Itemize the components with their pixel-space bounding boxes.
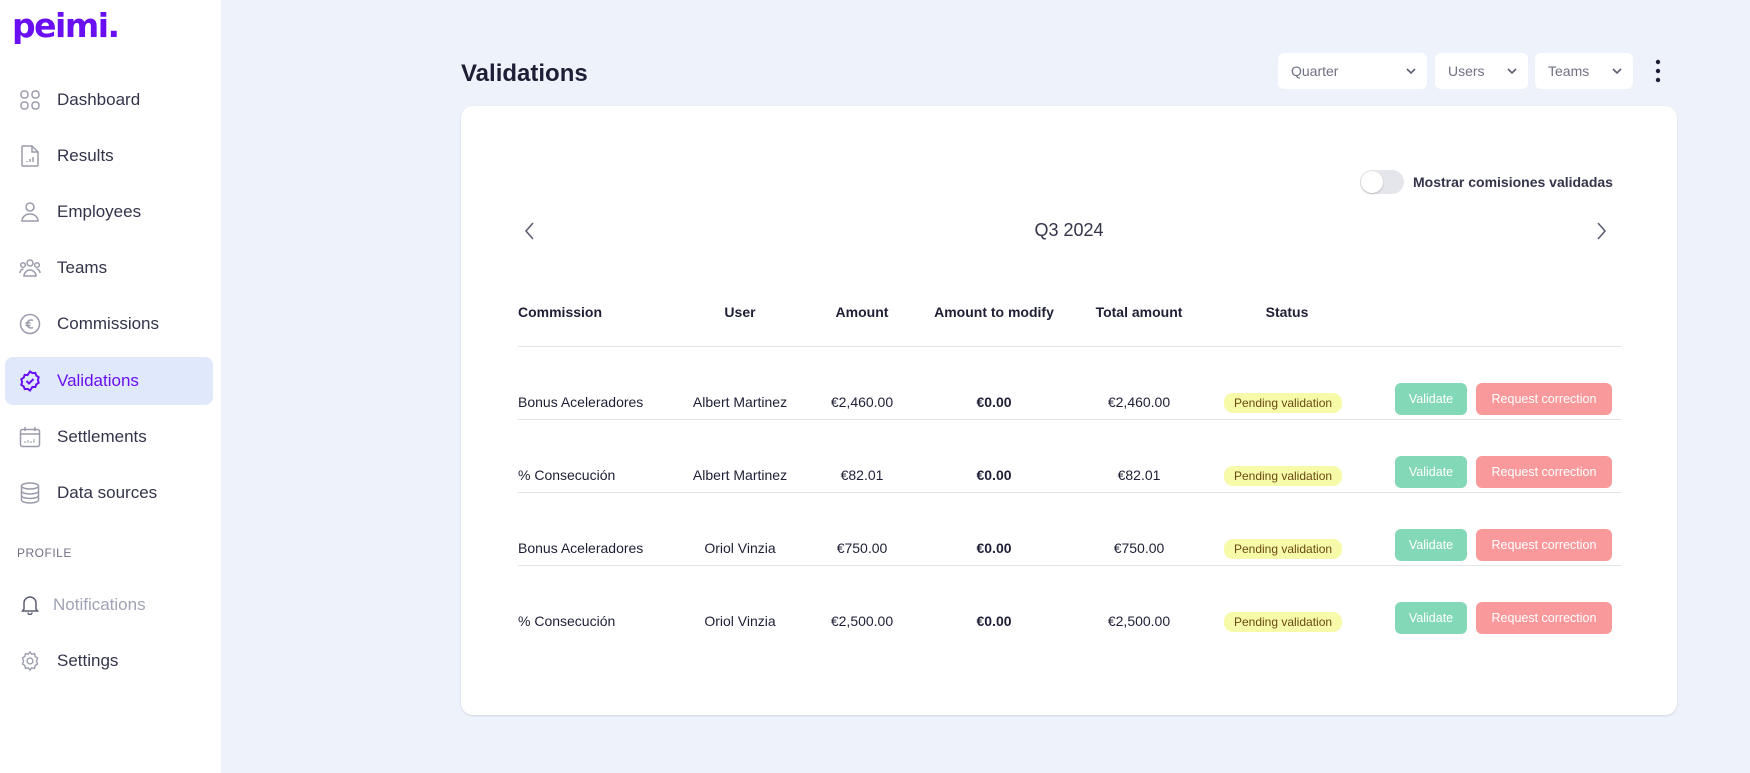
teams-filter-dropdown[interactable]: Teams [1535, 53, 1633, 89]
column-header-amount-to-modify: Amount to modify [934, 304, 1054, 320]
column-header-status: Status [1265, 304, 1309, 320]
badge-check-icon [19, 370, 41, 392]
more-options-button[interactable] [1650, 58, 1666, 84]
column-header-user: User [724, 304, 756, 320]
amount-cell: €750.00 [836, 540, 888, 556]
column-header-commission: Commission [518, 304, 603, 320]
chevron-down-icon [1611, 64, 1623, 80]
user-cell: Oriol Vinzia [704, 613, 776, 629]
commission-cell: % Consecución [518, 467, 616, 483]
sidebar-item-settlements[interactable]: Settlements [5, 413, 213, 461]
filter-label: Teams [1548, 63, 1590, 79]
validate-button[interactable]: Validate [1395, 456, 1467, 488]
logo[interactable]: peimi. [12, 6, 120, 45]
validate-button[interactable]: Validate [1395, 383, 1467, 415]
euro-icon [19, 313, 41, 335]
column-header-amount: Amount [835, 304, 889, 320]
chevron-down-icon [1405, 64, 1417, 80]
bell-icon [19, 594, 41, 616]
sidebar-item-data-sources[interactable]: Data sources [5, 469, 213, 517]
chevron-left-icon [524, 222, 534, 240]
show-validated-toggle[interactable]: Mostrar comisiones validadas [1360, 170, 1613, 194]
profile-section-label: PROFILE [17, 546, 72, 560]
sidebar-item-label: Results [57, 146, 114, 165]
sidebar-item-notifications[interactable]: Notifications [5, 581, 213, 629]
chevron-right-icon [1597, 222, 1607, 240]
commission-cell: % Consecución [518, 613, 616, 629]
sidebar: peimi. Dashboard Results Employees Teams… [0, 0, 221, 773]
user-cell: Albert Martinez [692, 467, 788, 483]
sidebar-item-label: Commissions [57, 314, 160, 333]
request-correction-button[interactable]: Request correction [1476, 456, 1612, 488]
total-amount-cell: €2,500.00 [1107, 613, 1171, 629]
sidebar-item-employees[interactable]: Employees [5, 188, 213, 236]
total-amount-cell: €82.01 [1117, 467, 1161, 483]
period-label: Q3 2024 [1034, 220, 1104, 240]
row-divider [518, 565, 1621, 566]
sidebar-item-label: Settings [57, 651, 119, 670]
calendar-icon [19, 426, 41, 448]
row-divider [518, 419, 1621, 420]
sidebar-item-label: Teams [57, 258, 108, 277]
validate-button[interactable]: Validate [1395, 602, 1467, 634]
user-cell: Oriol Vinzia [704, 540, 776, 556]
sidebar-item-dashboard[interactable]: Dashboard [5, 76, 213, 124]
gear-icon [19, 650, 41, 672]
database-icon [19, 482, 41, 504]
kebab-icon [1655, 59, 1661, 83]
sidebar-item-label: Data sources [57, 483, 158, 502]
amount-cell: €82.01 [840, 467, 884, 483]
status-badge: Pending validation [1223, 539, 1343, 559]
previous-period-button[interactable] [520, 219, 540, 243]
sidebar-item-label: Validations [57, 371, 139, 390]
request-correction-button[interactable]: Request correction [1476, 529, 1612, 561]
sidebar-item-label: Employees [57, 202, 142, 221]
amount-to-modify-cell: €0.00 [976, 467, 1012, 483]
status-badge: Pending validation [1223, 393, 1343, 413]
sidebar-item-label: Dashboard [57, 90, 141, 109]
column-header-total-amount: Total amount [1095, 304, 1183, 320]
sidebar-item-teams[interactable]: Teams [5, 244, 213, 292]
amount-cell: €2,500.00 [830, 613, 894, 629]
amount-to-modify-cell: €0.00 [976, 613, 1012, 629]
sidebar-item-commissions[interactable]: Commissions [5, 300, 213, 348]
request-correction-button[interactable]: Request correction [1476, 602, 1612, 634]
validate-button[interactable]: Validate [1395, 529, 1467, 561]
status-badge: Pending validation [1223, 466, 1343, 486]
users-icon [19, 257, 41, 279]
sidebar-item-validations[interactable]: Validations [5, 357, 213, 405]
amount-to-modify-cell: €0.00 [976, 540, 1012, 556]
sidebar-item-label: Settlements [57, 427, 147, 446]
file-chart-icon [19, 145, 41, 167]
filter-label: Users [1448, 63, 1485, 79]
grid-icon [19, 89, 41, 111]
page-title: Validations [461, 60, 588, 87]
row-divider [518, 492, 1621, 493]
status-badge: Pending validation [1223, 612, 1343, 632]
chevron-down-icon [1506, 64, 1518, 80]
amount-to-modify-cell: €0.00 [976, 394, 1012, 410]
next-period-button[interactable] [1591, 219, 1611, 243]
sidebar-item-results[interactable]: Results [5, 132, 213, 180]
sidebar-item-label: Notifications [53, 595, 146, 614]
request-correction-button[interactable]: Request correction [1476, 383, 1612, 415]
toggle-switch[interactable] [1360, 170, 1404, 194]
commission-cell: Bonus Aceleradores [518, 394, 644, 410]
user-icon [19, 201, 41, 223]
sidebar-item-settings[interactable]: Settings [5, 637, 213, 685]
row-divider [518, 346, 1621, 347]
toggle-knob [1361, 171, 1383, 193]
toggle-label: Mostrar comisiones validadas [1413, 174, 1613, 190]
filter-label: Quarter [1291, 63, 1339, 79]
total-amount-cell: €2,460.00 [1107, 394, 1171, 410]
users-filter-dropdown[interactable]: Users [1435, 53, 1528, 89]
commission-cell: Bonus Aceleradores [518, 540, 644, 556]
total-amount-cell: €750.00 [1113, 540, 1165, 556]
validations-card: Mostrar comisiones validadas Q3 2024 Com… [461, 106, 1677, 715]
amount-cell: €2,460.00 [830, 394, 894, 410]
user-cell: Albert Martinez [692, 394, 788, 410]
quarter-filter-dropdown[interactable]: Quarter [1278, 53, 1427, 89]
